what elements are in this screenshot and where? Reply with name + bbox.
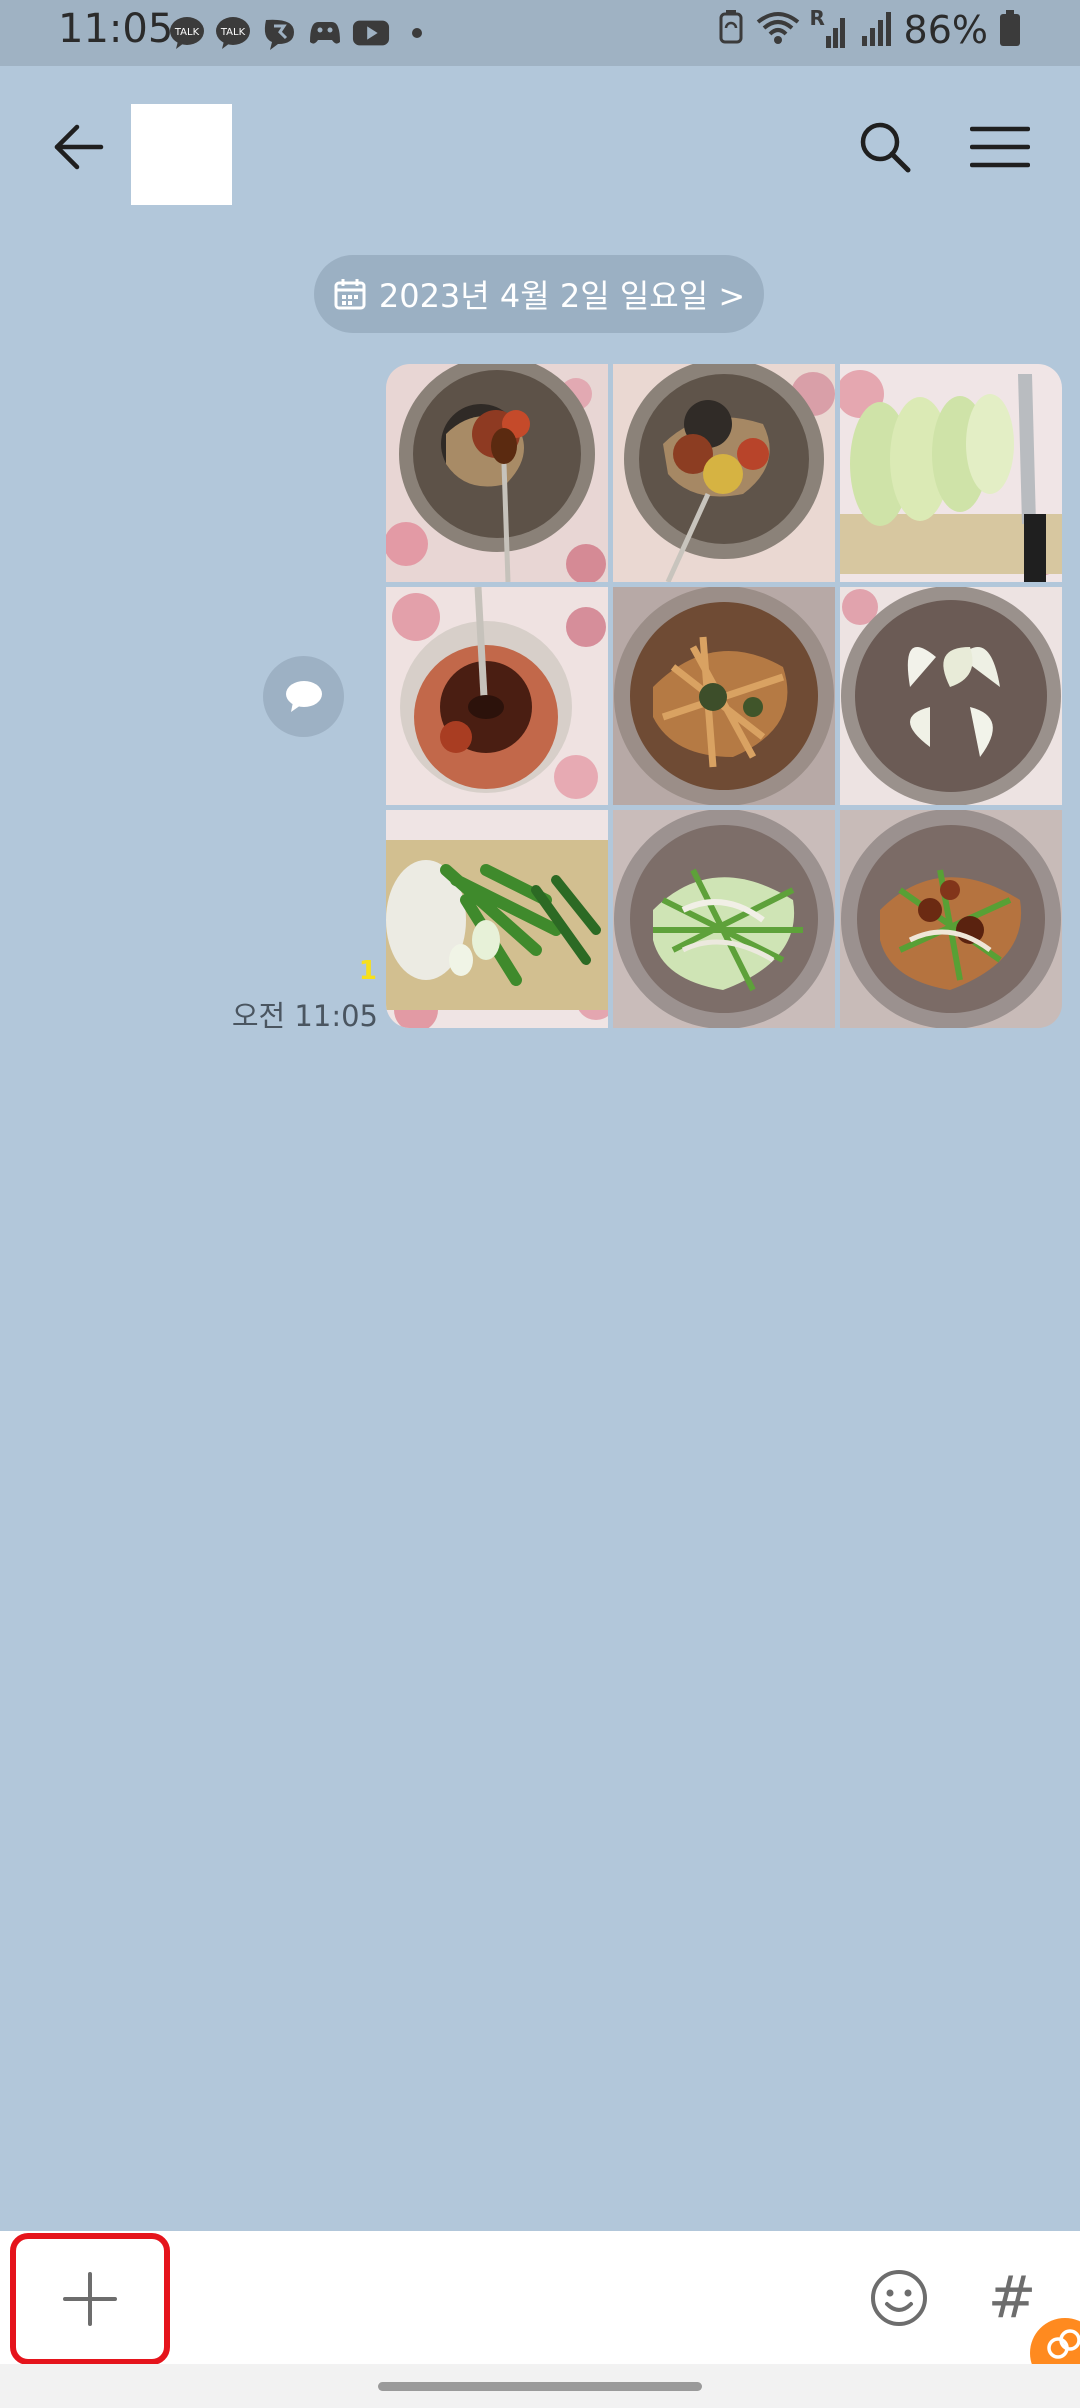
search-button[interactable]: [850, 112, 920, 182]
battery-percent: 86%: [903, 8, 988, 52]
kakaotalk-label: TALK: [220, 27, 246, 38]
speech-bubble-icon: [285, 680, 322, 712]
status-time: 11:05: [58, 6, 174, 52]
calendar-icon: [334, 279, 366, 310]
status-bar: 11:05 TALK TALK R 86%: [0, 0, 1080, 66]
photo-green-onions-on-board[interactable]: [386, 810, 608, 1028]
photo-sliced-pear-and-knife[interactable]: [840, 364, 1062, 582]
recycle-icon: [716, 8, 746, 52]
photo-vegetables-in-pot[interactable]: [613, 810, 835, 1028]
kakaotalk-icon: TALK: [168, 14, 206, 52]
photo-noodles-with-spoon[interactable]: [386, 364, 608, 582]
menu-button[interactable]: [962, 112, 1038, 182]
search-icon: [860, 122, 911, 173]
photo-grid[interactable]: [386, 364, 1062, 1028]
kakaotalk-label: TALK: [174, 27, 200, 38]
chat-header: [0, 66, 1080, 226]
share-button[interactable]: [263, 656, 344, 737]
date-divider[interactable]: 2023년 4월 2일 일요일 >: [314, 255, 764, 333]
back-button[interactable]: [44, 112, 114, 182]
more-dot-icon: [398, 14, 436, 52]
photo-mixed-salad-in-pot[interactable]: [840, 810, 1062, 1028]
wifi-icon: [756, 8, 800, 52]
kakao-story-icon: [260, 14, 298, 52]
plus-icon: [63, 2272, 117, 2326]
emoji-button[interactable]: [866, 2265, 932, 2331]
photo-noodles-with-sauce[interactable]: [613, 364, 835, 582]
profile-avatar[interactable]: [131, 104, 232, 205]
date-label: 2023년 4월 2일 일요일 >: [378, 277, 746, 315]
youtube-icon: [352, 14, 390, 52]
photo-chili-sauce-bowl[interactable]: [386, 587, 608, 805]
photo-seasoned-noodles[interactable]: [613, 587, 835, 805]
hamburger-menu-icon: [970, 126, 1030, 168]
photo-pear-slices-in-pot[interactable]: [840, 587, 1062, 805]
signal-icon: [860, 8, 894, 52]
kakaotalk-icon: TALK: [214, 14, 252, 52]
system-status: R 86%: [716, 6, 1022, 52]
battery-icon: [998, 8, 1022, 52]
attach-plus-button[interactable]: [10, 2233, 170, 2365]
roaming-signal-icon: R: [810, 6, 850, 50]
emoji-icon: [871, 2270, 927, 2326]
hashtag-search-button[interactable]: #: [985, 2262, 1039, 2332]
back-arrow-icon: [54, 124, 104, 170]
game-icon: [306, 14, 344, 52]
message-time: 오전 11:05: [231, 999, 378, 1033]
home-indicator[interactable]: [378, 2382, 702, 2391]
notification-icons: TALK TALK: [168, 14, 436, 52]
unread-count: 1: [358, 956, 377, 986]
